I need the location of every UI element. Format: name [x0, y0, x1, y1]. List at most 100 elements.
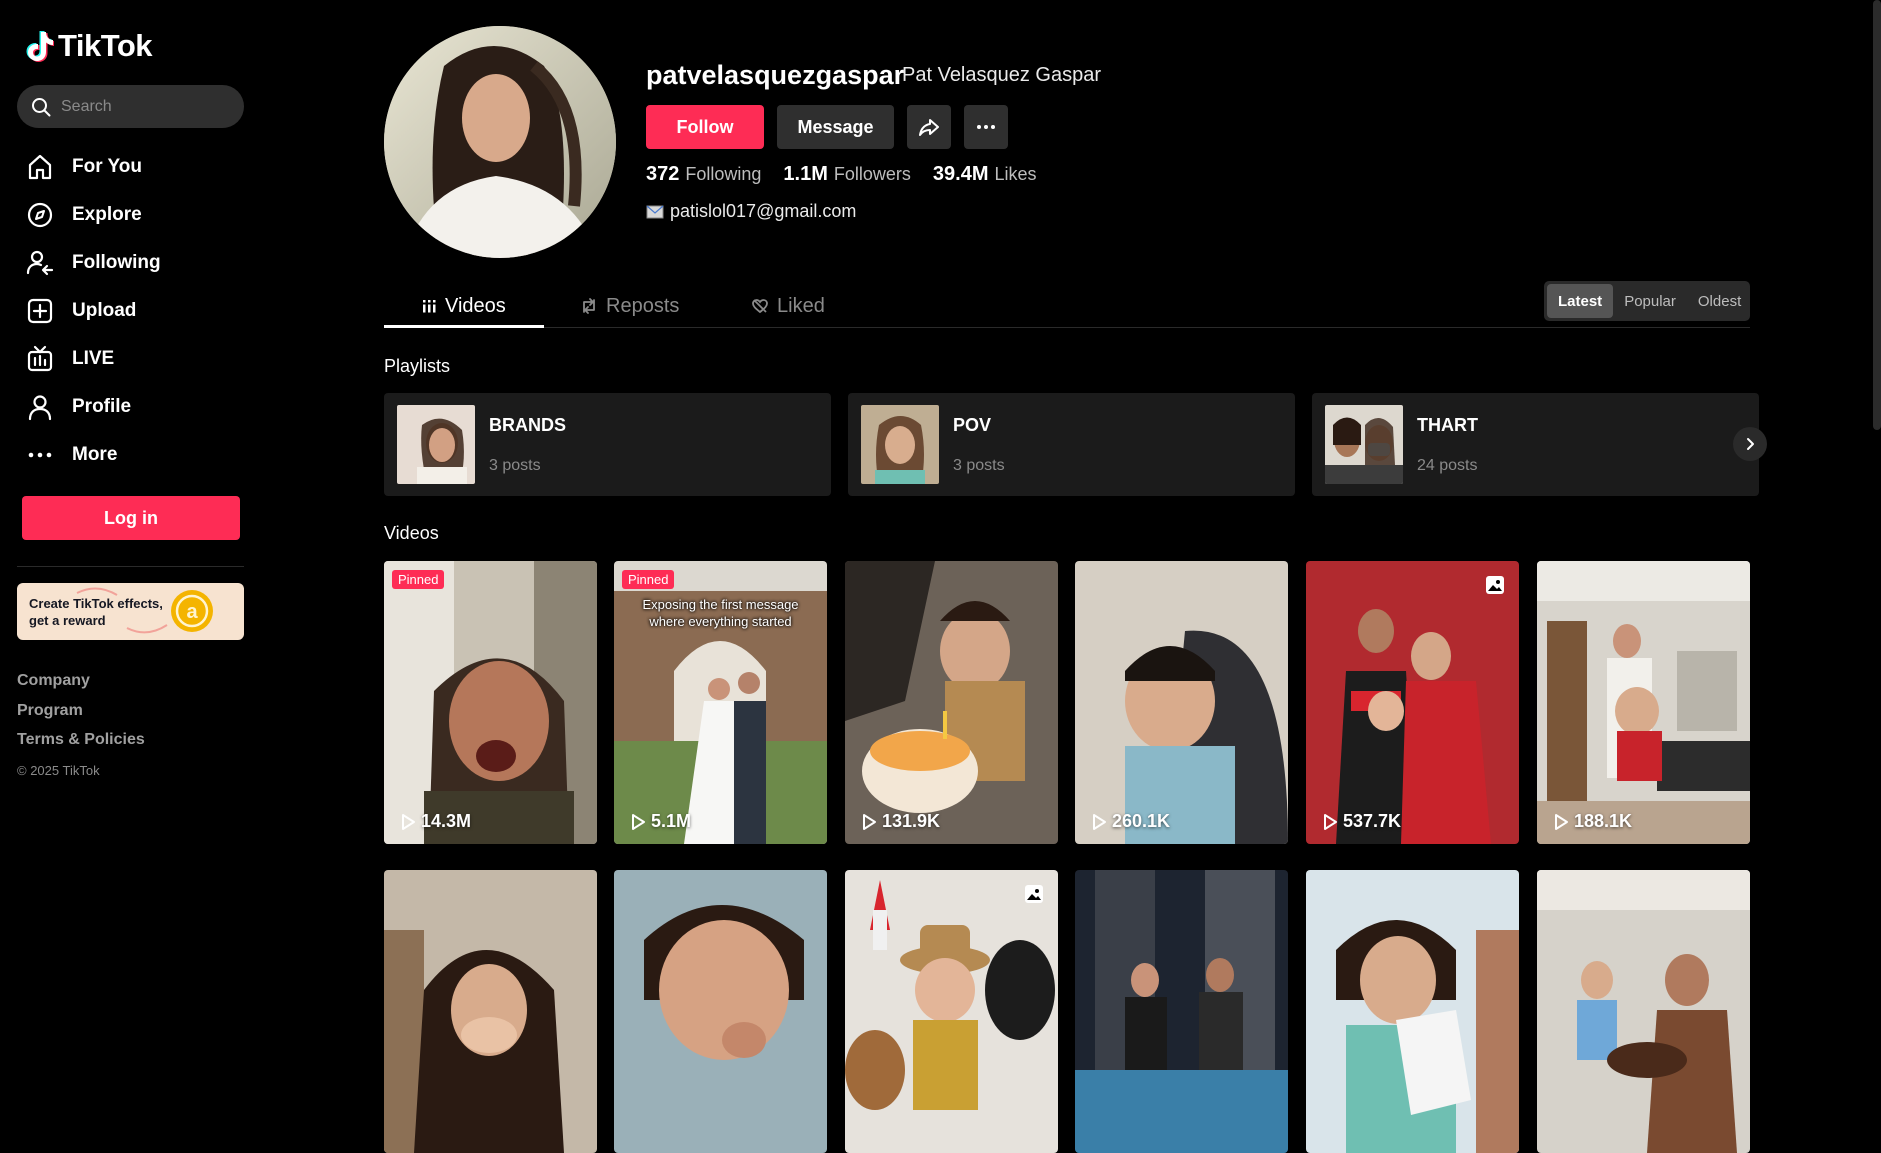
stat-value: 39.4M [932, 163, 989, 185]
playlist-thumbnail [397, 405, 475, 484]
playlist-thumbnail [861, 405, 939, 484]
play-icon [632, 813, 645, 830]
stat-followers[interactable]: 1.1M Followers [783, 163, 911, 186]
play-icon [1324, 813, 1337, 830]
stat-label: Followers [833, 164, 911, 184]
stat-label: Likes [994, 164, 1037, 184]
playlist-count: 3 posts [489, 457, 541, 474]
search-input[interactable]: Search [17, 85, 244, 128]
video-card[interactable] [1537, 870, 1750, 1153]
video-card[interactable] [845, 870, 1058, 1153]
tab-liked[interactable]: Liked [751, 284, 825, 328]
videos-heading: Videos [384, 523, 439, 543]
avatar-image [384, 26, 616, 258]
sidebar-divider [17, 566, 244, 567]
video-thumbnail [1306, 870, 1519, 1153]
footer-link-program[interactable]: Program [17, 702, 145, 732]
share-button[interactable] [907, 105, 951, 149]
active-tab-indicator [384, 325, 544, 328]
search-placeholder: Search [61, 97, 112, 115]
video-thumbnail [1537, 561, 1750, 844]
view-count: 188.1K [1553, 811, 1632, 832]
sidebar-nav: For You Explore Following Upload LIVE Pr… [26, 143, 161, 479]
playlist-card[interactable]: POV 3 posts [848, 393, 1295, 496]
photo-carousel-icon [1486, 576, 1504, 594]
playlists-next-button[interactable] [1733, 427, 1767, 461]
nav-for-you[interactable]: For You [26, 143, 161, 191]
nav-label: For You [72, 156, 143, 177]
video-thumbnail [384, 870, 597, 1153]
video-card[interactable]: 537.7K [1306, 561, 1519, 844]
message-button[interactable]: Message [777, 105, 894, 149]
svg-text:a: a [186, 601, 198, 623]
footer-link-company[interactable]: Company [17, 672, 145, 702]
profile-avatar[interactable] [384, 26, 616, 258]
nav-label: Profile [72, 396, 132, 417]
tab-reposts[interactable]: Reposts [580, 284, 679, 328]
video-card[interactable] [1306, 870, 1519, 1153]
view-count: 260.1K [1091, 811, 1170, 832]
logo-text: TikTok [58, 28, 153, 63]
sort-toggle: Latest Popular Oldest [1544, 281, 1750, 321]
nav-more[interactable]: More [26, 431, 161, 479]
play-icon [1093, 813, 1106, 830]
playlist-card[interactable]: THART 24 posts [1312, 393, 1759, 496]
sort-popular[interactable]: Popular [1613, 284, 1687, 318]
photo-carousel-icon [1025, 885, 1043, 903]
more-options-button[interactable] [964, 105, 1008, 149]
stat-value: 1.1M [783, 163, 828, 185]
profile-username: patvelasquezgaspar [646, 60, 905, 90]
follow-button[interactable]: Follow [646, 105, 764, 149]
view-count-text: 537.7K [1343, 811, 1402, 831]
page-scrollbar[interactable] [1873, 0, 1881, 430]
playlist-card[interactable]: BRANDS 3 posts [384, 393, 831, 496]
video-card[interactable] [1075, 870, 1288, 1153]
profile-bio: patislol017@gmail.com [646, 201, 856, 222]
upload-icon [27, 298, 53, 324]
view-count: 5.1M [630, 811, 691, 832]
tiktok-note-icon [26, 31, 54, 62]
view-count-text: 260.1K [1112, 811, 1171, 831]
video-card[interactable] [614, 870, 827, 1153]
profile-stats: 372 Following 1.1M Followers 39.4M Likes [646, 163, 1037, 186]
video-card[interactable]: 188.1K [1537, 561, 1750, 844]
video-card[interactable] [384, 870, 597, 1153]
pinned-badge: Pinned [622, 570, 675, 589]
video-thumbnail [1537, 870, 1750, 1153]
video-caption: Exposing the first message where everyth… [642, 597, 799, 629]
tab-videos[interactable]: Videos [421, 284, 506, 328]
view-count-text: 14.3M [421, 811, 472, 831]
video-card[interactable]: Pinned Exposing the first message where … [614, 561, 827, 844]
stat-following[interactable]: 372 Following [646, 163, 761, 186]
chevron-right-icon [1747, 438, 1754, 450]
video-thumbnail [384, 561, 597, 844]
video-card[interactable]: Pinned 14.3M [384, 561, 597, 844]
effects-banner[interactable]: a Create TikTok effects, get a reward [17, 583, 244, 640]
footer-link-terms[interactable]: Terms & Policies [17, 731, 145, 761]
sort-oldest[interactable]: Oldest [1687, 284, 1752, 318]
video-thumbnail [1306, 561, 1519, 844]
liked-heart-icon [752, 299, 768, 314]
sort-latest[interactable]: Latest [1547, 284, 1614, 318]
tiktok-logo[interactable]: TikTok [26, 28, 153, 64]
view-count: 537.7K [1322, 811, 1401, 832]
nav-profile[interactable]: Profile [26, 383, 161, 431]
video-card[interactable]: 131.9K [845, 561, 1058, 844]
tab-label: Videos [445, 294, 506, 317]
video-thumbnail [845, 561, 1058, 844]
video-thumbnail [614, 870, 827, 1153]
nav-upload[interactable]: Upload [26, 287, 161, 335]
playlist-name: THART [1417, 415, 1478, 435]
nav-following[interactable]: Following [26, 239, 161, 287]
sidebar: TikTok Search For You Explore Following … [0, 0, 260, 1080]
playlists-heading: Playlists [384, 356, 451, 376]
more-icon [28, 452, 52, 458]
bio-text: patislol017@gmail.com [670, 201, 857, 221]
nav-explore[interactable]: Explore [26, 191, 161, 239]
live-icon [27, 345, 53, 372]
nav-live[interactable]: LIVE [26, 335, 161, 383]
video-card[interactable]: 260.1K [1075, 561, 1288, 844]
envelope-icon [646, 205, 664, 218]
view-count: 131.9K [861, 811, 940, 832]
login-button[interactable]: Log in [22, 496, 240, 540]
